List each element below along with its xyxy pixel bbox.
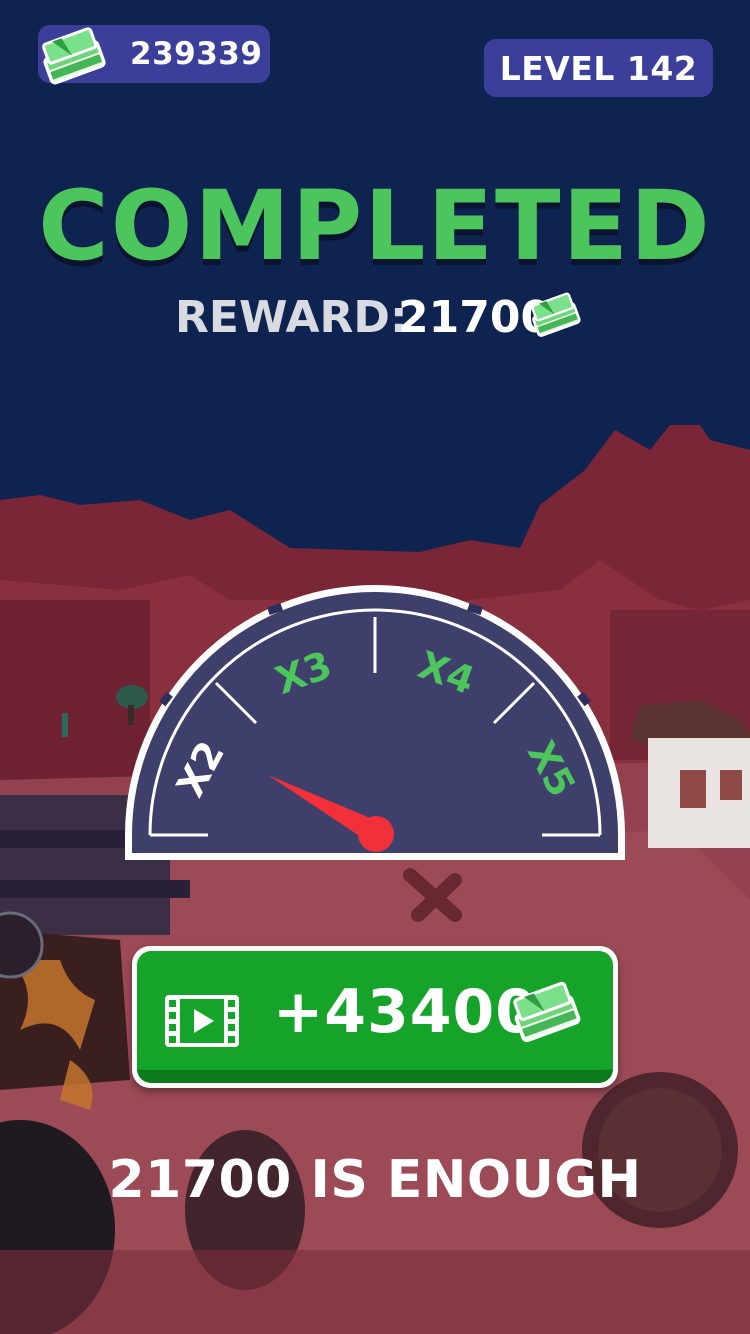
level-label: LEVEL 142 <box>499 49 698 88</box>
cash-stack-icon <box>531 292 581 337</box>
video-icon <box>165 995 239 1047</box>
level-badge: LEVEL 142 <box>484 39 713 97</box>
currency-value: 239339 <box>130 36 263 72</box>
cash-stack-icon <box>513 981 581 1043</box>
currency-counter: 239339 <box>38 25 270 85</box>
multiplier-gauge: X2 X3 X4 X5 <box>125 585 625 860</box>
multiply-reward-button[interactable]: +43400 <box>132 946 618 1088</box>
multiply-amount: +43400 <box>273 977 539 1047</box>
claim-base-reward-link[interactable]: 21700 IS ENOUGH <box>0 1150 750 1210</box>
reward-label: REWARD: <box>175 292 408 343</box>
cash-stack-icon <box>42 27 106 85</box>
completed-title: COMPLETED <box>38 170 712 282</box>
reward-row: REWARD: 21700 <box>0 288 750 358</box>
